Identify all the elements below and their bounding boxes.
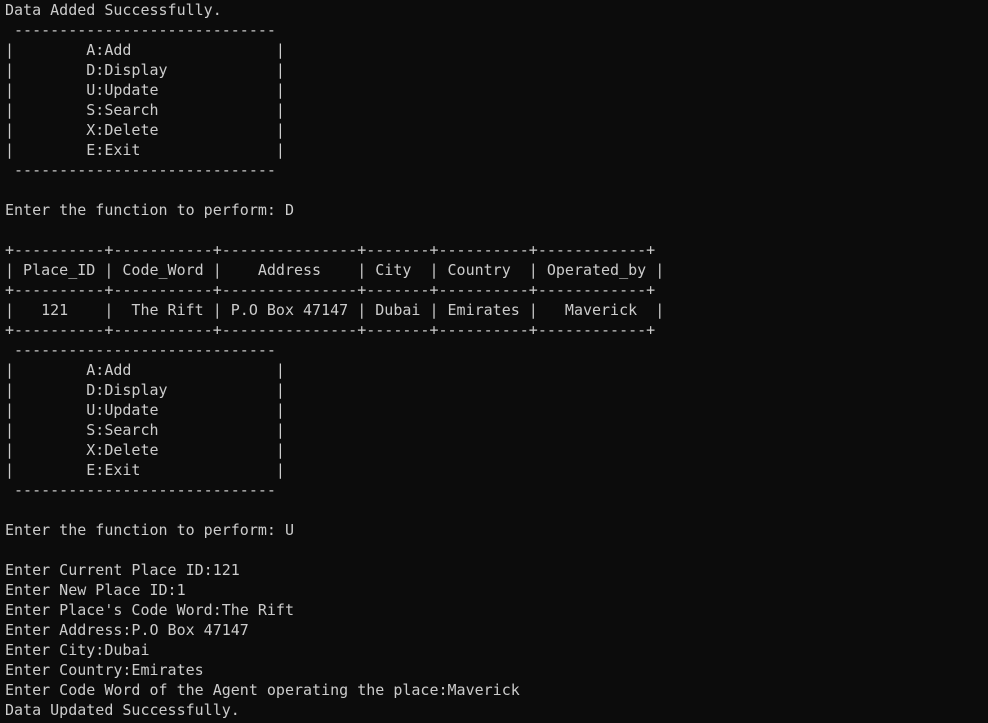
menu-item-exit: | E:Exit | (5, 461, 285, 479)
menu-item-add: | A:Add | (5, 41, 285, 59)
input-current-place-id: Enter Current Place ID:121 (5, 561, 240, 579)
table-row: | 121 | The Rift | P.O Box 47147 | Dubai… (5, 301, 665, 319)
prompt-line: Enter the function to perform: U (5, 521, 294, 539)
menu-item-update: | U:Update | (5, 81, 285, 99)
status-message: Data Updated Successfully. (5, 701, 240, 719)
prompt-line: Enter the function to perform: D (5, 201, 294, 219)
input-new-place-id: Enter New Place ID:1 (5, 581, 186, 599)
table-border-bottom: +----------+-----------+---------------+… (5, 321, 656, 339)
menu-item-display: | D:Display | (5, 381, 285, 399)
output-line: Data Added Successfully. (5, 1, 222, 19)
menu-item-delete: | X:Delete | (5, 441, 285, 459)
table-border-mid: +----------+-----------+---------------+… (5, 281, 656, 299)
menu-item-search: | S:Search | (5, 421, 285, 439)
menu-item-add: | A:Add | (5, 361, 285, 379)
menu-item-search: | S:Search | (5, 101, 285, 119)
menu-item-display: | D:Display | (5, 61, 285, 79)
menu-item-exit: | E:Exit | (5, 141, 285, 159)
input-address: Enter Address:P.O Box 47147 (5, 621, 249, 639)
terminal-window[interactable]: Data Added Successfully. ---------------… (0, 0, 988, 723)
menu-item-delete: | X:Delete | (5, 121, 285, 139)
menu-item-update: | U:Update | (5, 401, 285, 419)
menu-border-bottom: ----------------------------- (5, 161, 276, 179)
menu-border-top: ----------------------------- (5, 21, 276, 39)
input-operated-by: Enter Code Word of the Agent operating t… (5, 681, 520, 699)
input-city: Enter City:Dubai (5, 641, 150, 659)
input-country: Enter Country:Emirates (5, 661, 204, 679)
input-code-word: Enter Place's Code Word:The Rift (5, 601, 294, 619)
table-border-top: +----------+-----------+---------------+… (5, 241, 656, 259)
menu-border-top: ----------------------------- (5, 341, 276, 359)
menu-border-bottom: ----------------------------- (5, 481, 276, 499)
table-header-row: | Place_ID | Code_Word | Address | City … (5, 261, 665, 279)
